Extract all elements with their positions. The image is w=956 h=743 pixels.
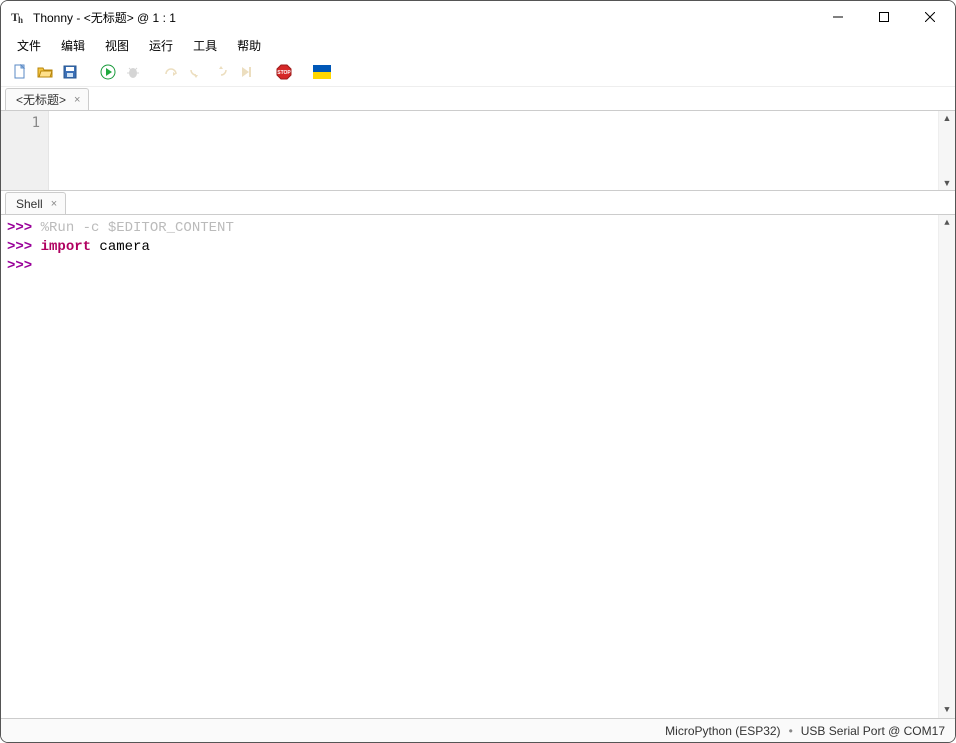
shell-tab-label: Shell: [16, 197, 43, 211]
editor-tab-bar: <无标题> ×: [1, 87, 955, 111]
scroll-up-icon[interactable]: ▲: [943, 111, 952, 125]
menu-file[interactable]: 文件: [9, 35, 49, 56]
stop-button[interactable]: STOP: [273, 61, 295, 83]
status-bar: MicroPython (ESP32) • USB Serial Port @ …: [1, 718, 955, 742]
shell-keyword: import: [41, 239, 91, 255]
app-icon: Th: [11, 9, 27, 25]
shell-tab-bar: Shell ×: [1, 191, 955, 215]
window-controls: [815, 1, 953, 33]
svg-text:STOP: STOP: [277, 70, 291, 76]
shell-tab-close-icon[interactable]: ×: [51, 198, 57, 210]
status-port[interactable]: USB Serial Port @ COM17: [801, 724, 945, 738]
step-out-button[interactable]: [210, 61, 232, 83]
resume-button[interactable]: [235, 61, 257, 83]
scroll-up-icon[interactable]: ▲: [944, 215, 949, 231]
editor-area: 1 ▲ ▼: [1, 111, 955, 191]
shell-text: camera: [91, 239, 150, 255]
step-into-button[interactable]: [185, 61, 207, 83]
menu-help[interactable]: 帮助: [229, 35, 269, 56]
menu-view[interactable]: 视图: [97, 35, 137, 56]
shell-area[interactable]: >>> %Run -c $EDITOR_CONTENT >>> import c…: [1, 215, 955, 718]
scroll-down-icon[interactable]: ▼: [943, 176, 952, 190]
code-editor[interactable]: [49, 111, 955, 190]
editor-tab-close-icon[interactable]: ×: [74, 94, 80, 106]
line-number: 1: [5, 115, 40, 131]
menu-bar: 文件 编辑 视图 运行 工具 帮助: [1, 33, 955, 57]
ukraine-flag-icon[interactable]: [311, 61, 333, 83]
svg-text:h: h: [18, 15, 23, 25]
editor-tab[interactable]: <无标题> ×: [5, 88, 89, 110]
menu-edit[interactable]: 编辑: [53, 35, 93, 56]
title-bar: Th Thonny - <无标题> @ 1 : 1: [1, 1, 955, 33]
app-window: Th Thonny - <无标题> @ 1 : 1 文件 编辑 视图 运行 工具…: [0, 0, 956, 743]
shell-line: >>> import camera: [7, 238, 949, 257]
menu-run[interactable]: 运行: [141, 35, 181, 56]
shell-prompt: >>>: [7, 239, 41, 255]
close-button[interactable]: [907, 1, 953, 33]
minimize-button[interactable]: [815, 1, 861, 33]
shell-prompt: >>>: [7, 220, 41, 236]
shell-prompt: >>>: [7, 258, 32, 274]
shell-scrollbar[interactable]: ▲ ▼: [938, 215, 955, 718]
open-file-button[interactable]: [34, 61, 56, 83]
window-title: Thonny - <无标题> @ 1 : 1: [33, 9, 176, 26]
status-interpreter[interactable]: MicroPython (ESP32): [665, 724, 780, 738]
run-button[interactable]: [97, 61, 119, 83]
menu-tools[interactable]: 工具: [185, 35, 225, 56]
new-file-button[interactable]: [9, 61, 31, 83]
scroll-down-icon[interactable]: ▼: [944, 702, 949, 718]
maximize-button[interactable]: [861, 1, 907, 33]
step-over-button[interactable]: [160, 61, 182, 83]
editor-gutter: 1: [1, 111, 49, 190]
shell-line: >>> %Run -c $EDITOR_CONTENT: [7, 219, 949, 238]
toolbar: STOP: [1, 57, 955, 87]
shell-tab[interactable]: Shell ×: [5, 192, 66, 214]
shell-line: >>>: [7, 257, 949, 276]
debug-button[interactable]: [122, 61, 144, 83]
editor-tab-label: <无标题>: [16, 91, 66, 108]
editor-scrollbar[interactable]: ▲ ▼: [938, 111, 955, 190]
shell-text: %Run -c $EDITOR_CONTENT: [41, 220, 234, 236]
save-button[interactable]: [59, 61, 81, 83]
status-separator: •: [789, 724, 793, 738]
